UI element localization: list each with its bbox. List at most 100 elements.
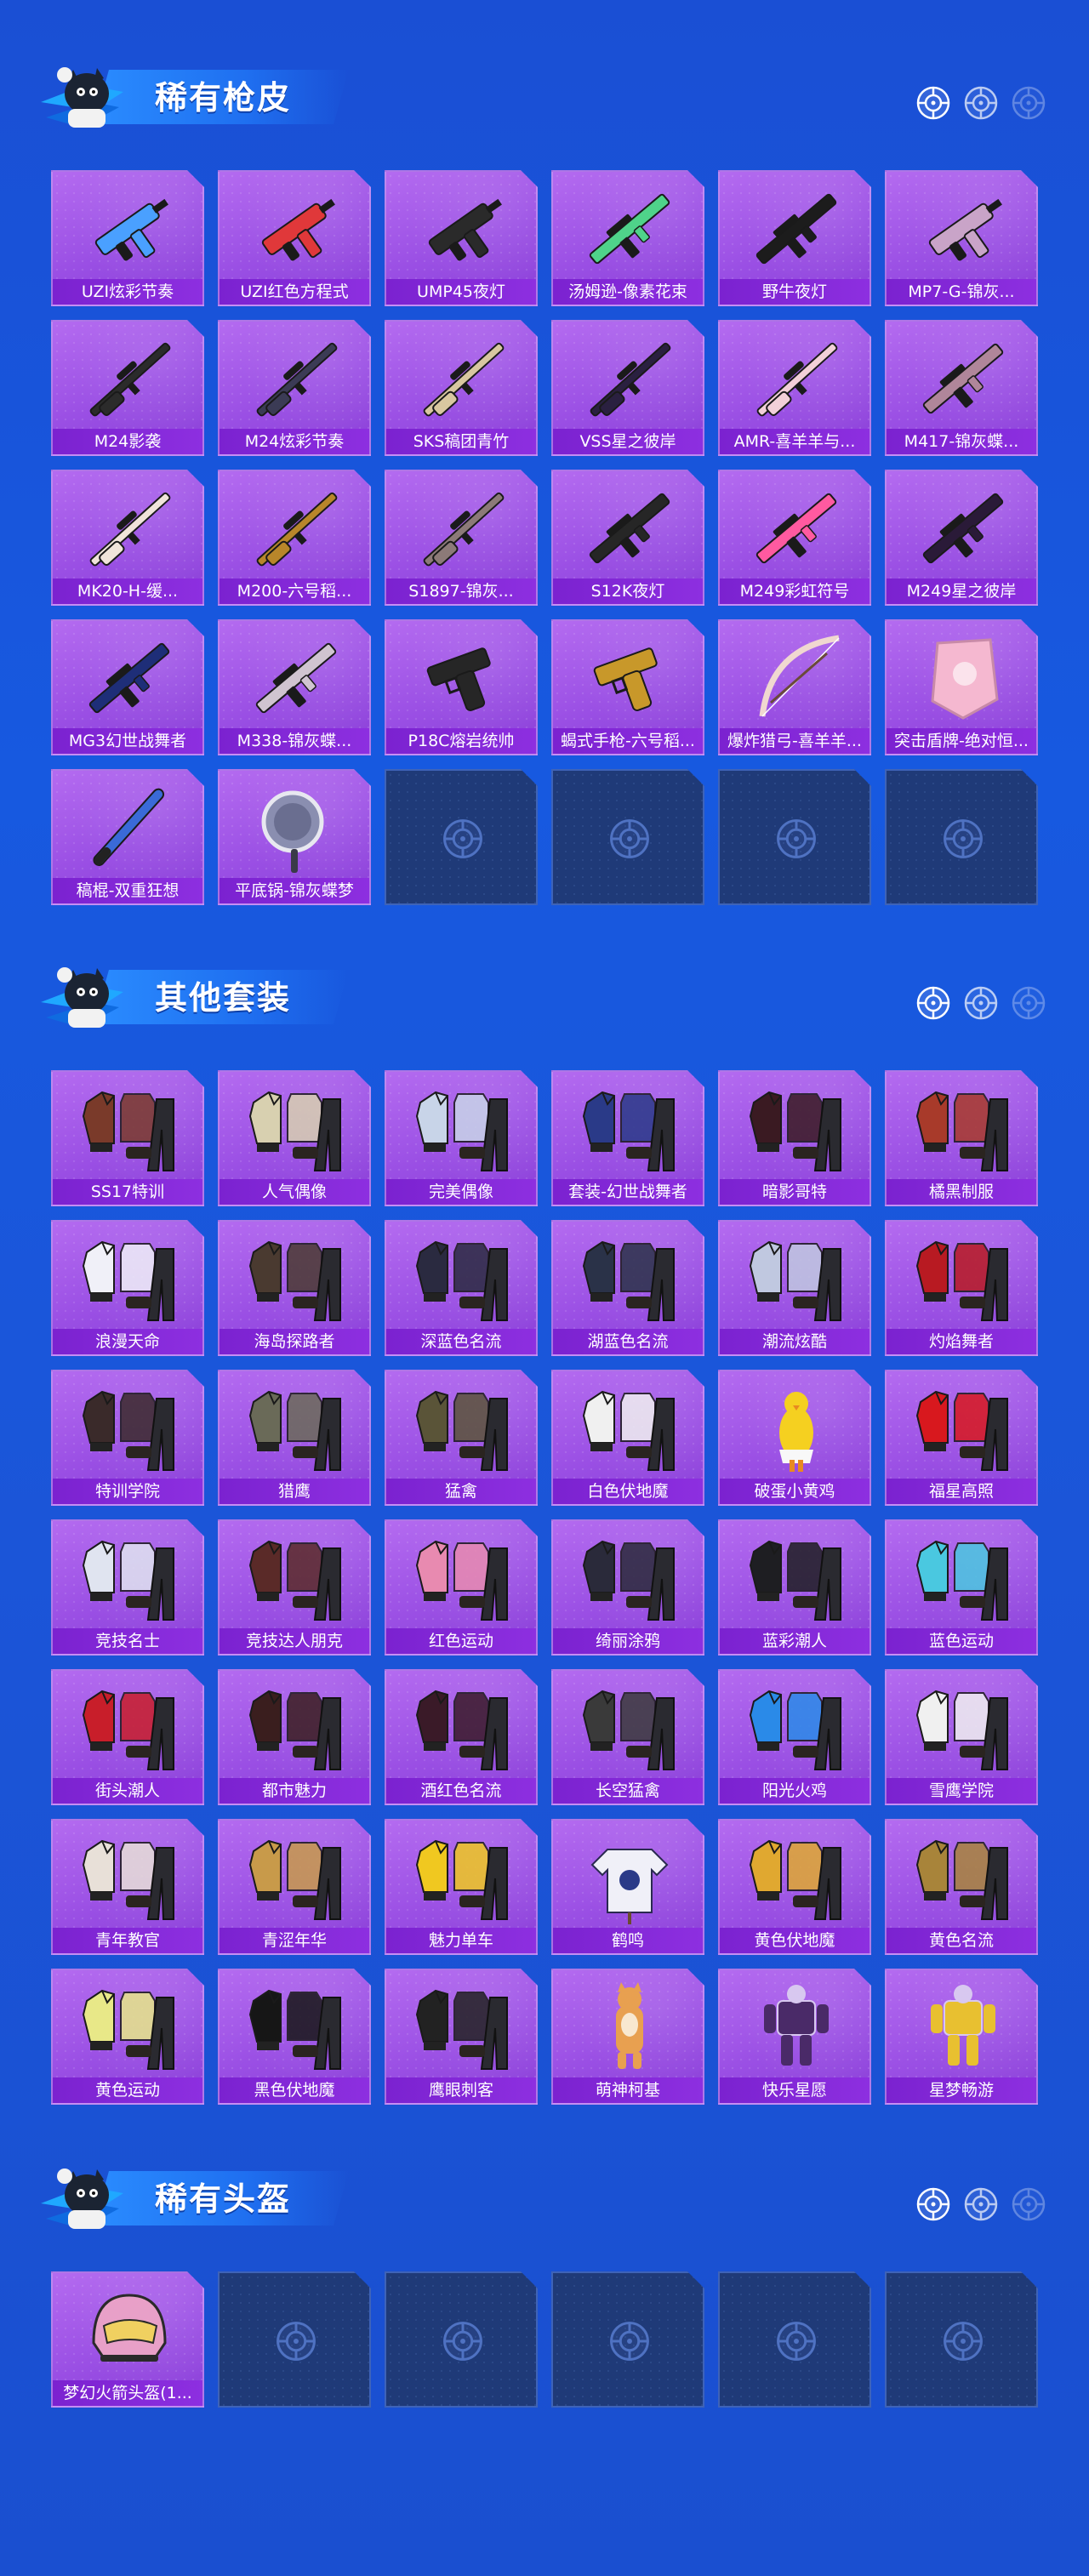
item-mech-icon: [745, 1980, 847, 2074]
item-card[interactable]: 长空猛禽: [551, 1669, 704, 1805]
item-outfit-icon: [412, 1232, 514, 1325]
item-card[interactable]: 阳光火鸡: [718, 1669, 871, 1805]
item-outfit-icon: [245, 1382, 347, 1475]
item-card[interactable]: 竞技达人朋克: [218, 1519, 371, 1656]
item-label: M200-六号稻...: [220, 578, 369, 604]
item-label: 蓝彩潮人: [720, 1628, 869, 1654]
mascot-icon: [34, 2152, 128, 2246]
item-card[interactable]: SS17特训: [51, 1070, 204, 1206]
item-card[interactable]: 黄色运动: [51, 1969, 204, 2105]
item-card[interactable]: S12K夜灯: [551, 470, 704, 606]
item-card[interactable]: 平底锅-锦灰蝶梦: [218, 769, 371, 905]
item-card[interactable]: 鹰眼刺客: [385, 1969, 538, 2105]
item-card[interactable]: 完美偶像: [385, 1070, 538, 1206]
item-card[interactable]: UZI炫彩节奏: [51, 170, 204, 306]
item-label: 破蛋小黄鸡: [720, 1479, 869, 1504]
item-card[interactable]: M338-锦灰蝶...: [218, 619, 371, 755]
item-card[interactable]: 绮丽涂鸦: [551, 1519, 704, 1656]
item-card[interactable]: M200-六号稻...: [218, 470, 371, 606]
item-card[interactable]: 灼焰舞者: [885, 1220, 1038, 1356]
item-card[interactable]: 快乐星愿: [718, 1969, 871, 2105]
item-card[interactable]: M249彩虹符号: [718, 470, 871, 606]
item-card[interactable]: M24炫彩节奏: [218, 320, 371, 456]
item-outfit-icon: [78, 1531, 180, 1625]
item-card[interactable]: 黄色名流: [885, 1819, 1038, 1955]
item-card[interactable]: 人气偶像: [218, 1070, 371, 1206]
item-helmet-icon: [78, 2283, 180, 2377]
item-card[interactable]: 潮流炫酷: [718, 1220, 871, 1356]
item-card[interactable]: 福星高照: [885, 1370, 1038, 1506]
item-card[interactable]: 黑色伏地魔: [218, 1969, 371, 2105]
item-label: 突击盾牌-绝对恒...: [887, 728, 1036, 754]
item-card[interactable]: 湖蓝色名流: [551, 1220, 704, 1356]
item-outfit-icon: [78, 1382, 180, 1475]
item-card[interactable]: 白色伏地魔: [551, 1370, 704, 1506]
item-outfit-icon: [912, 1232, 1014, 1325]
item-label: 福星高照: [887, 1479, 1036, 1504]
item-card[interactable]: M417-锦灰蝶...: [885, 320, 1038, 456]
item-card[interactable]: 猛禽: [385, 1370, 538, 1506]
item-card[interactable]: VSS星之彼岸: [551, 320, 704, 456]
item-card[interactable]: 野牛夜灯: [718, 170, 871, 306]
item-card[interactable]: 梦幻火箭头盔(1...: [51, 2271, 204, 2408]
crosshair-decoration: [915, 85, 1046, 121]
item-sniper-icon: [245, 482, 347, 575]
item-pistol-icon: [579, 631, 681, 725]
item-card[interactable]: 鹤鸣: [551, 1819, 704, 1955]
item-card[interactable]: 爆炸猎弓-喜羊羊...: [718, 619, 871, 755]
item-card[interactable]: 特训学院: [51, 1370, 204, 1506]
item-card[interactable]: 破蛋小黄鸡: [718, 1370, 871, 1506]
item-label: P18C熔岩统帅: [386, 728, 536, 754]
item-label: UZI红色方程式: [220, 279, 369, 305]
item-card[interactable]: 橘黑制服: [885, 1070, 1038, 1206]
item-label: 星梦畅游: [887, 2077, 1036, 2103]
item-card[interactable]: 深蓝色名流: [385, 1220, 538, 1356]
item-outfit-icon: [245, 1232, 347, 1325]
item-card[interactable]: 街头潮人: [51, 1669, 204, 1805]
item-card[interactable]: UMP45夜灯: [385, 170, 538, 306]
item-card[interactable]: 暗影哥特: [718, 1070, 871, 1206]
item-card[interactable]: 红色运动: [385, 1519, 538, 1656]
item-card[interactable]: 汤姆逊-像素花束: [551, 170, 704, 306]
item-card[interactable]: MP7-G-锦灰...: [885, 170, 1038, 306]
item-card[interactable]: AMR-喜羊羊与...: [718, 320, 871, 456]
item-card[interactable]: 雪鹰学院: [885, 1669, 1038, 1805]
item-card[interactable]: 萌神柯基: [551, 1969, 704, 2105]
item-card[interactable]: 青涩年华: [218, 1819, 371, 1955]
item-label: 黑色伏地魔: [220, 2077, 369, 2103]
item-card[interactable]: 蓝彩潮人: [718, 1519, 871, 1656]
crosshair-icon: [915, 2186, 951, 2222]
item-card[interactable]: S1897-锦灰...: [385, 470, 538, 606]
item-card[interactable]: 猎鹰: [218, 1370, 371, 1506]
item-card[interactable]: UZI红色方程式: [218, 170, 371, 306]
item-card[interactable]: 套装-幻世战舞者: [551, 1070, 704, 1206]
item-card[interactable]: 突击盾牌-绝对恒...: [885, 619, 1038, 755]
item-card[interactable]: 稿棍-双重狂想: [51, 769, 204, 905]
item-card[interactable]: 蓝色运动: [885, 1519, 1038, 1656]
item-card[interactable]: P18C熔岩统帅: [385, 619, 538, 755]
item-label: 萌神柯基: [553, 2077, 703, 2103]
item-card[interactable]: MG3幻世战舞者: [51, 619, 204, 755]
item-card[interactable]: 青年教官: [51, 1819, 204, 1955]
item-card[interactable]: M24影袭: [51, 320, 204, 456]
item-card[interactable]: MK20-H-缓...: [51, 470, 204, 606]
item-label: 鹰眼刺客: [386, 2077, 536, 2103]
item-label: 猎鹰: [220, 1479, 369, 1504]
item-rifle-icon: [78, 631, 180, 725]
item-card[interactable]: 蝎式手枪-六号稻...: [551, 619, 704, 755]
item-card[interactable]: 魅力单车: [385, 1819, 538, 1955]
item-card[interactable]: M249星之彼岸: [885, 470, 1038, 606]
item-card[interactable]: 星梦畅游: [885, 1969, 1038, 2105]
item-card[interactable]: 黄色伏地魔: [718, 1819, 871, 1955]
item-outfit-icon: [912, 1831, 1014, 1924]
item-card[interactable]: 酒红色名流: [385, 1669, 538, 1805]
item-card[interactable]: 浪漫天命: [51, 1220, 204, 1356]
item-card[interactable]: 都市魅力: [218, 1669, 371, 1805]
item-outfit-icon: [579, 1082, 681, 1176]
item-card[interactable]: 竞技名士: [51, 1519, 204, 1656]
item-card[interactable]: 海岛探路者: [218, 1220, 371, 1356]
crosshair-icon: [963, 85, 999, 121]
section-title: 其他套装: [155, 979, 292, 1017]
empty-slot: [385, 2271, 538, 2408]
item-card[interactable]: SKS稿团青竹: [385, 320, 538, 456]
